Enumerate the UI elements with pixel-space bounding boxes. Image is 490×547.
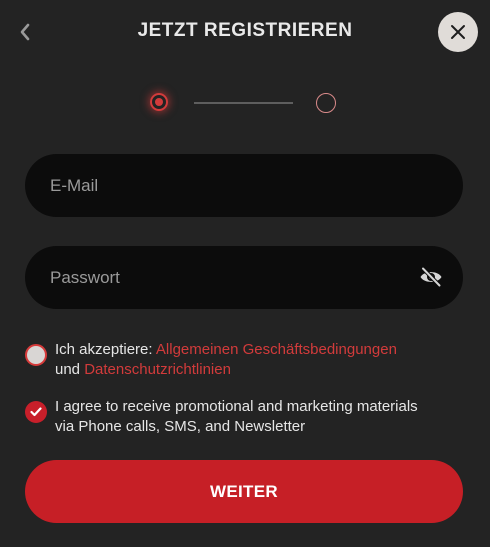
terms-prefix: Ich akzeptiere:: [55, 341, 156, 358]
page-title: JETZT REGISTRIEREN: [137, 20, 353, 41]
privacy-policy-link[interactable]: Datenschutzrichtlinien: [84, 361, 231, 378]
password-field: [25, 245, 463, 310]
terms-checkbox[interactable]: [25, 344, 47, 366]
terms-middle: und: [55, 361, 81, 378]
marketing-checkbox[interactable]: [25, 401, 47, 423]
terms-consent-row: Ich akzeptiere: Allgemeinen Geschäftsbed…: [25, 340, 465, 380]
marketing-consent-row: I agree to receive promotional and marke…: [25, 397, 465, 437]
terms-text: Ich akzeptiere: Allgemeinen Geschäftsbed…: [55, 340, 397, 380]
step-indicator: [148, 91, 340, 117]
email-input[interactable]: [25, 153, 412, 218]
email-field: [25, 153, 463, 218]
close-icon: [451, 25, 465, 39]
eye-off-icon: [420, 267, 442, 287]
password-input[interactable]: [25, 245, 412, 310]
marketing-text: I agree to receive promotional and marke…: [55, 398, 418, 435]
terms-conditions-link[interactable]: Allgemeinen Geschäftsbedingungen: [156, 341, 397, 358]
step-connector: [194, 102, 293, 104]
close-button[interactable]: [438, 12, 478, 52]
toggle-password-visibility-button[interactable]: [419, 266, 443, 288]
modal-header: JETZT REGISTRIEREN: [0, 0, 490, 64]
checkmark-icon: [30, 407, 42, 417]
step-1-active: [150, 93, 168, 111]
step-2-inactive: [316, 93, 336, 113]
continue-button[interactable]: WEITER: [25, 460, 463, 523]
